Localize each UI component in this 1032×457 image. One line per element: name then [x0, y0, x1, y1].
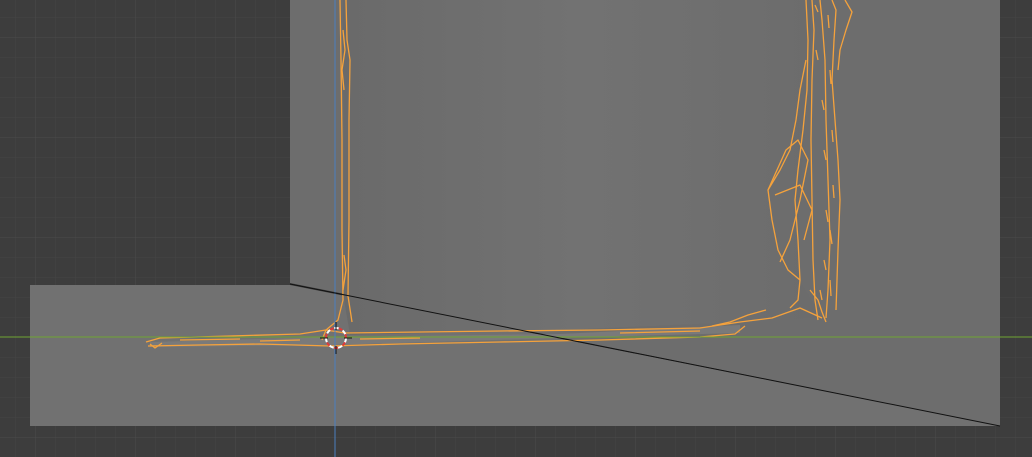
3d-viewport[interactable]	[0, 0, 1032, 457]
scanned-wall-mesh[interactable]	[343, 0, 822, 335]
viewport-canvas[interactable]	[0, 0, 1032, 457]
